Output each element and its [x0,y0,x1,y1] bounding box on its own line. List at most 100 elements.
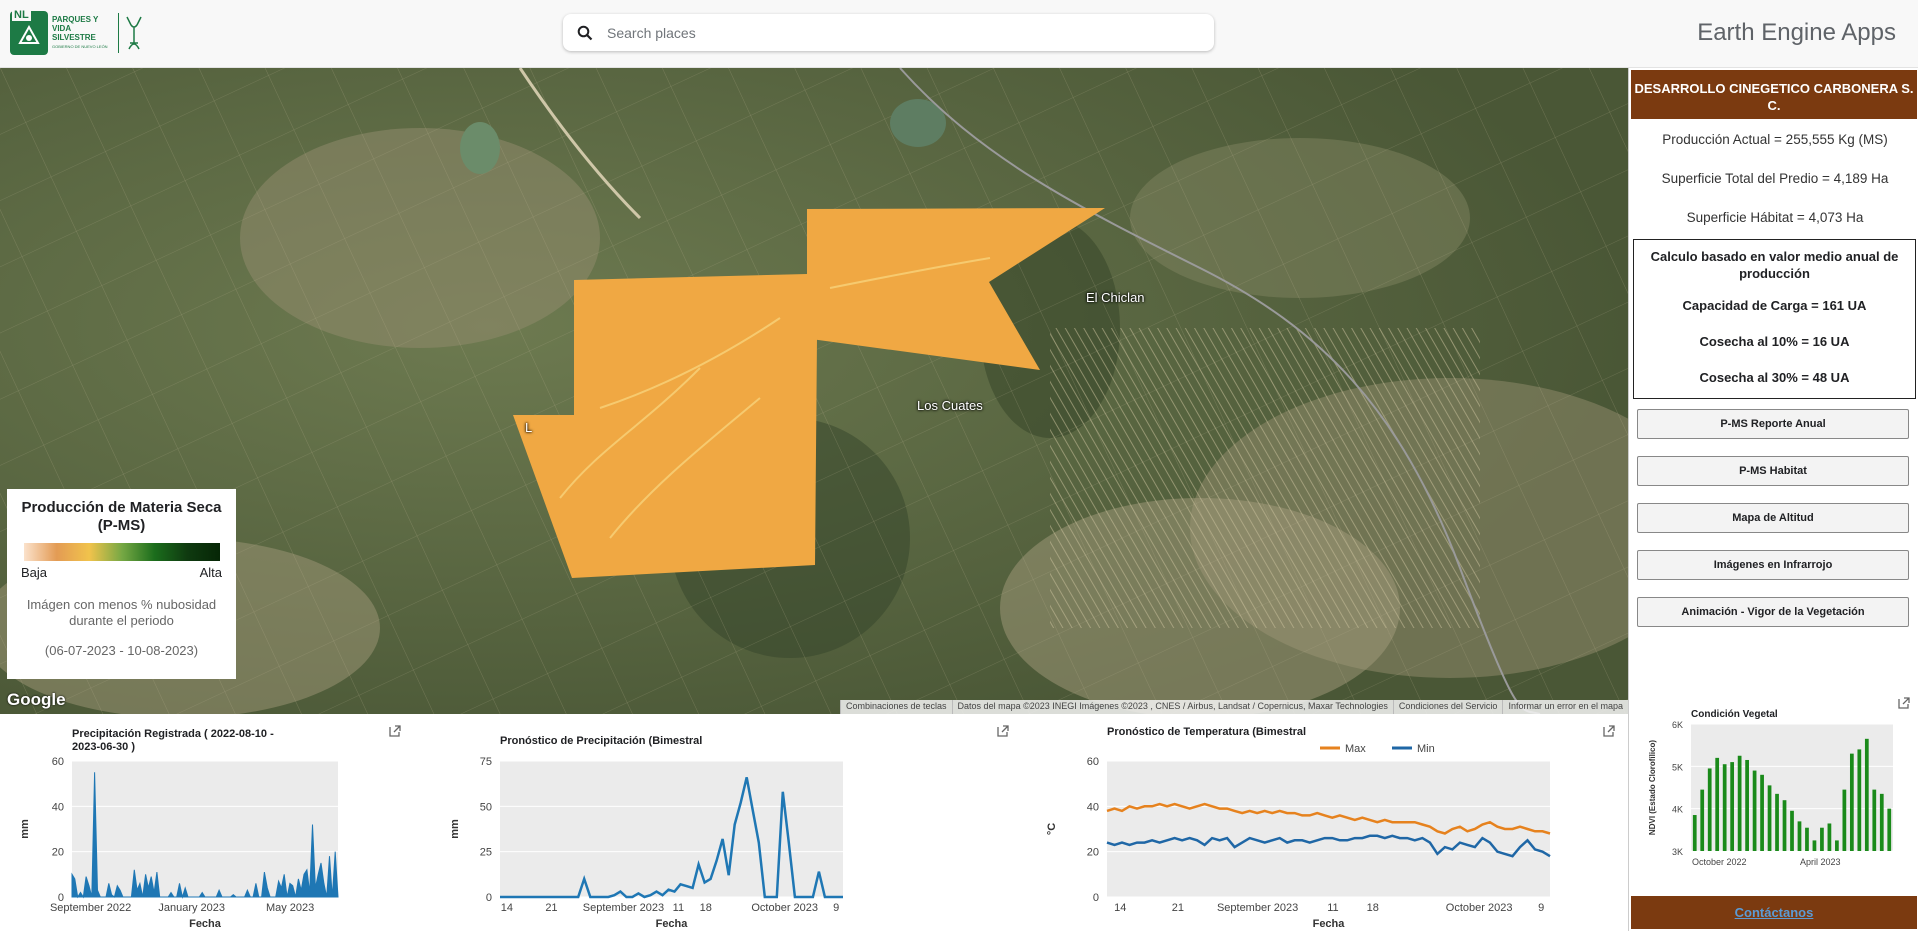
bar [1864,738,1869,851]
bar [1849,753,1854,851]
bar [1700,789,1705,851]
nl-emblem-icon: NL [10,9,48,55]
y-tick-label: 25 [480,847,492,859]
y-axis-label: °C [1046,823,1058,835]
search-icon[interactable] [563,14,607,51]
y-tick-label: 40 [52,801,64,813]
keyboard-shortcuts-link[interactable]: Combinaciones de teclas [839,700,952,714]
y-tick-label: 40 [1087,801,1099,813]
x-tick-label: October 2023 [1446,902,1513,914]
terms-link[interactable]: Condiciones del Servicio [1392,700,1503,714]
pms-habitat-button[interactable]: P-MS Habitat [1637,456,1909,486]
x-tick-label: September 2023 [583,902,664,914]
bar [1842,789,1847,851]
logo-line1: PARQUES Y [52,15,99,24]
cosecha-30: Cosecha al 30% = 48 UA [1699,370,1850,385]
bar [1782,800,1787,851]
x-tick-label: October 2022 [1692,857,1747,867]
chart-precip-registrada: Precipitación Registrada ( 2022-08-10 - … [0,714,410,931]
calc-title: Calculo basado en valor medio anual de p… [1650,249,1899,281]
x-tick-label: 18 [1367,902,1379,914]
bar [1752,770,1757,851]
search-box[interactable] [563,14,1214,51]
map-legend: Producción de Materia Seca (P-MS) Baja A… [7,489,236,679]
bar [1879,793,1884,851]
bar [1857,749,1862,851]
x-tick-label: 9 [833,902,839,914]
y-axis-label: mm [449,819,461,839]
place-los-cuates: Los Cuates [917,398,983,413]
search-input[interactable] [607,17,1214,48]
x-tick-label: 14 [501,902,513,914]
charts-row: Precipitación Registrada ( 2022-08-10 - … [0,714,1628,931]
x-tick-label: October 2023 [751,902,818,914]
bar [1827,823,1832,851]
bar [1790,810,1794,851]
x-tick-label: 21 [1172,902,1184,914]
x-tick-label: 11 [1327,902,1338,914]
bar [1707,768,1712,851]
imagenes-infrarrojo-button[interactable]: Imágenes en Infrarrojo [1637,550,1909,580]
logo-text: PARQUES Y VIDA SILVESTRE GOBIERNO DE NUE… [52,15,114,51]
x-tick-label: September 2022 [50,902,131,914]
capacidad-carga: Capacidad de Carga = 161 UA [1682,298,1867,313]
info-panel: DESARROLLO CINEGETICO CARBONERA S. C. Pr… [1628,68,1918,931]
legend-note: Imágen con menos % nubosidad durante el … [26,597,217,628]
legend-period: (06-07-2023 - 10-08-2023) [44,643,199,658]
y-tick-label: 3K [1672,847,1683,857]
y-tick-label: 75 [480,756,492,768]
top-bar: NL PARQUES Y VIDA SILVESTRE GOBIERNO DE … [0,0,1918,68]
app-title: Earth Engine Apps [1697,19,1896,46]
mapa-altitud-button[interactable]: Mapa de Altitud [1637,503,1909,533]
place-partial-label: L [525,420,533,435]
y-tick-label: 60 [1087,756,1099,768]
bar [1805,827,1809,851]
legend-gradient [23,543,220,561]
chart-plot: 0 20 40 60 14 21 September 2023 11 18 October 202… [1046,743,1551,930]
x-tick-label: 9 [1538,902,1544,914]
x-axis-label: Fecha [1313,918,1346,930]
x-tick-label: 21 [545,902,557,914]
x-tick-label: April 2023 [1800,857,1841,867]
x-tick-label: January 2023 [158,902,225,914]
contact-bar: Contáctanos [1631,896,1917,929]
chart-temp-pronostico: Pronóstico de Temperatura (Bimestral 0 20… [1010,714,1628,931]
satellite-imagery [0,68,1628,714]
bar [1797,821,1802,851]
bar [1730,762,1735,851]
y-tick-label: 0 [1093,892,1099,904]
place-el-chiclan: El Chiclan [1086,290,1145,305]
bar [1745,759,1749,851]
cosecha-10: Cosecha al 10% = 16 UA [1699,334,1850,349]
calc-box: Calculo basado en valor medio anual de p… [1633,239,1916,399]
bar [1722,764,1727,851]
y-tick-label: 6K [1672,720,1683,730]
bar [1835,840,1839,851]
report-error-link[interactable]: Informar un error en el mapa [1502,700,1628,714]
map-data-text: Datos del mapa ©2023 INEGI Imágenes ©202… [951,700,1393,714]
x-tick-label: May 2023 [266,902,314,914]
bar [1715,757,1720,851]
x-tick-label: 18 [700,902,712,914]
logo-sub: GOBIERNO DE NUEVO LEÓN [52,44,108,49]
y-tick-label: 20 [1087,847,1099,859]
parques-logo: NL PARQUES Y VIDA SILVESTRE GOBIERNO DE … [10,8,158,58]
y-tick-label: 20 [52,847,64,859]
bar [1767,785,1772,851]
bar [1872,789,1877,851]
bar [1820,827,1824,851]
pms-reporte-anual-button[interactable]: P-MS Reporte Anual [1637,409,1909,439]
x-axis-label: Fecha [656,918,689,930]
map-view[interactable]: El Chiclan Los Cuates L Google Combinaci… [0,68,1628,714]
bar [1812,840,1817,851]
bar [1692,815,1697,851]
bar [1887,808,1892,851]
plot-background [1107,761,1550,897]
bar [1760,774,1764,851]
y-tick-label: 60 [52,756,64,768]
y-axis-label: NDVI (Estado Clorofílico) [1648,740,1657,835]
superficie-total: Superficie Total del Predio = 4,189 Ha [1661,171,1889,186]
contact-link[interactable]: Contáctanos [1735,905,1814,920]
animacion-vigor-button[interactable]: Animación - Vigor de la Vegetación [1637,597,1909,627]
y-tick-label: 50 [480,801,492,813]
